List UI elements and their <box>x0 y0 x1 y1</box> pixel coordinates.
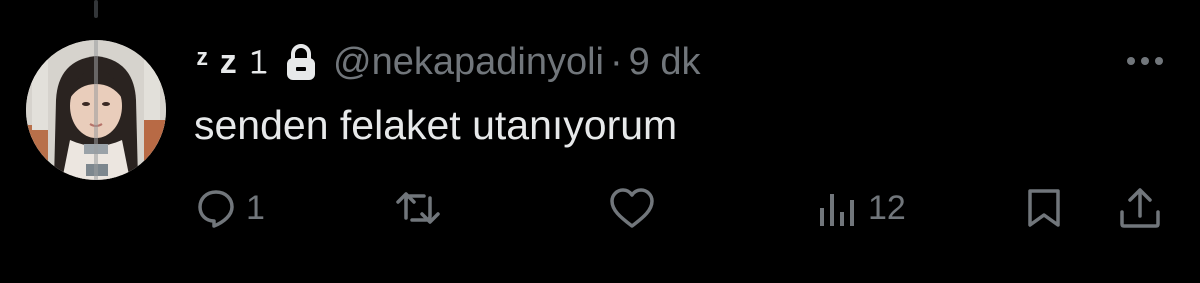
tweet-text: senden felaket utanıyorum <box>194 102 678 148</box>
separator-dot: · <box>610 40 623 83</box>
timestamp[interactable]: 9 dk <box>629 41 701 84</box>
retweet-icon <box>396 192 440 224</box>
share-icon <box>1120 188 1160 228</box>
action-bar: 1 12 <box>0 180 1200 236</box>
views-button[interactable]: 12 <box>818 180 906 236</box>
retweet-button[interactable] <box>396 180 450 236</box>
bookmark-button[interactable] <box>1026 180 1062 236</box>
tweet-header: ᶻ z 𝟷 @nekapadinyoli · 9 dk <box>196 38 700 86</box>
user-handle[interactable]: @nekapadinyoli <box>333 41 604 84</box>
avatar[interactable] <box>26 40 166 180</box>
thread-connector-line <box>94 0 98 18</box>
views-icon <box>820 194 854 226</box>
like-icon <box>610 188 654 228</box>
display-name[interactable]: ᶻ z 𝟷 <box>196 43 271 82</box>
reply-count: 1 <box>246 188 265 227</box>
views-count: 12 <box>868 188 906 227</box>
share-button[interactable] <box>1118 180 1162 236</box>
bookmark-icon <box>1028 189 1060 227</box>
more-horizontal-icon[interactable] <box>1120 46 1170 76</box>
reply-icon <box>198 190 234 228</box>
like-button[interactable] <box>608 180 666 236</box>
reply-button[interactable]: 1 <box>196 180 265 236</box>
lock-icon <box>285 43 317 81</box>
avatar-image <box>26 40 166 180</box>
